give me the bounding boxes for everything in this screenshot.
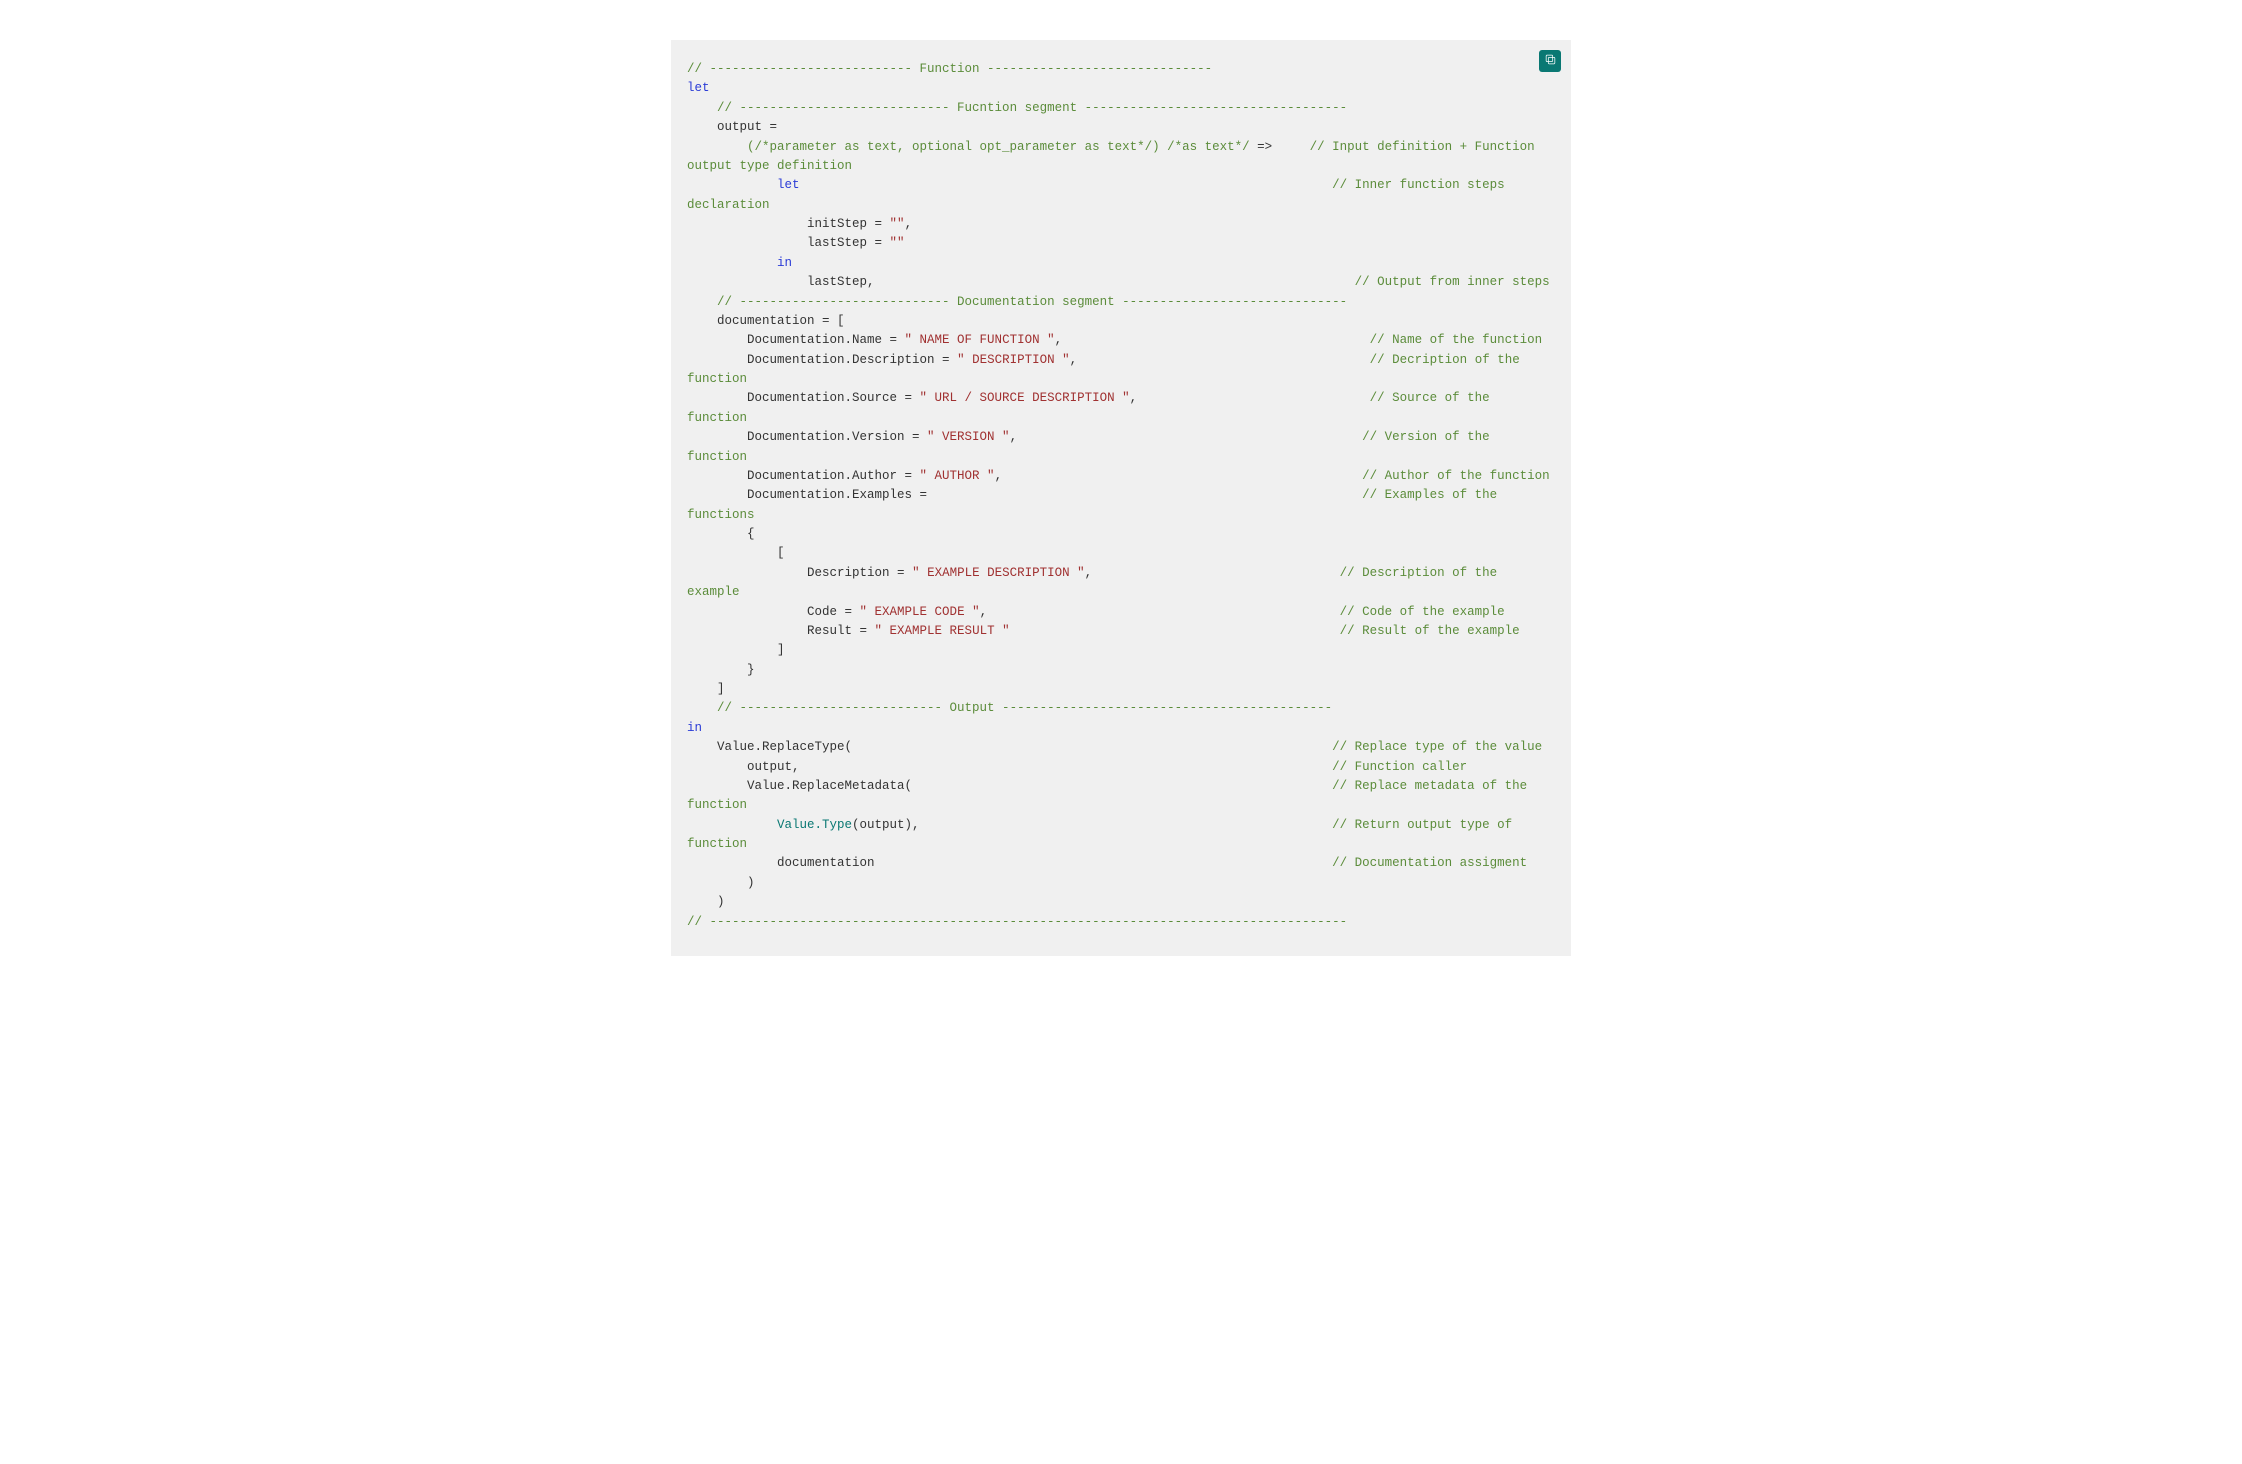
keyword-let: let — [777, 178, 800, 192]
pad — [800, 760, 1333, 774]
code-text — [687, 256, 777, 270]
keyword-in: in — [687, 721, 702, 735]
comment: // Author of the function — [1362, 469, 1550, 483]
pad — [912, 779, 1332, 793]
code-text: Description = — [687, 566, 912, 580]
code-text: Code = — [687, 605, 860, 619]
code-text: Documentation.Source = — [687, 391, 920, 405]
comment: // ---------------------------- Fucntion… — [687, 101, 1347, 115]
pad — [1077, 353, 1370, 367]
code-text: initStep = — [687, 217, 890, 231]
code-text: Value.ReplaceMetadata( — [687, 779, 912, 793]
pad — [1017, 430, 1362, 444]
code-text: Documentation.Name = — [687, 333, 905, 347]
pad — [1062, 333, 1370, 347]
code-text: , — [1055, 333, 1063, 347]
code-text: ) — [687, 876, 755, 890]
code-text: , — [905, 217, 913, 231]
code-text: lastStep = — [687, 236, 890, 250]
comment: // ---------------------------- Document… — [687, 295, 1347, 309]
comment: // Replace type of the value — [1332, 740, 1542, 754]
code-text: , — [1085, 566, 1093, 580]
code-text: documentation — [687, 856, 875, 870]
code-text: ] — [687, 682, 725, 696]
code-text — [687, 178, 777, 192]
code-text: , — [1010, 430, 1018, 444]
code-text: Documentation.Description = — [687, 353, 957, 367]
code-text: , — [1070, 353, 1078, 367]
pad — [1010, 624, 1340, 638]
code-text: documentation = [ — [687, 314, 845, 328]
code-text: { — [687, 527, 755, 541]
pad — [920, 818, 1333, 832]
code-text: , — [1130, 391, 1138, 405]
string: " NAME OF FUNCTION " — [905, 333, 1055, 347]
pad — [1272, 140, 1310, 154]
comment: // Result of the example — [1340, 624, 1520, 638]
code-text: Documentation.Examples = — [687, 488, 927, 502]
code-text: Result = — [687, 624, 875, 638]
pad — [1137, 391, 1370, 405]
copy-button[interactable] — [1539, 50, 1561, 72]
string: "" — [890, 236, 905, 250]
pad — [800, 178, 1333, 192]
string: "" — [890, 217, 905, 231]
code-content: // --------------------------- Function … — [687, 60, 1555, 932]
code-block: // --------------------------- Function … — [671, 40, 1571, 956]
code-text — [687, 140, 747, 154]
operator: => — [1250, 140, 1273, 154]
code-text: , — [995, 469, 1003, 483]
string: " EXAMPLE RESULT " — [875, 624, 1010, 638]
string: " AUTHOR " — [920, 469, 995, 483]
comment: // Output from inner steps — [1355, 275, 1550, 289]
keyword-let: let — [687, 81, 710, 95]
code-text: } — [687, 663, 755, 677]
copy-icon — [1544, 53, 1557, 70]
string: " DESCRIPTION " — [957, 353, 1070, 367]
pad — [927, 488, 1362, 502]
comment: // -------------------------------------… — [687, 915, 1347, 929]
pad — [852, 740, 1332, 754]
pad — [1092, 566, 1340, 580]
code-text: lastStep, — [687, 275, 875, 289]
pad — [875, 275, 1355, 289]
code-text: output, — [687, 760, 800, 774]
pad — [1002, 469, 1362, 483]
string: " VERSION " — [927, 430, 1010, 444]
identifier: Value.Type — [777, 818, 852, 832]
code-text: Value.ReplaceType( — [687, 740, 852, 754]
code-text: [ — [687, 546, 785, 560]
comment: // Code of the example — [1340, 605, 1505, 619]
code-text: output = — [687, 120, 777, 134]
code-text — [687, 818, 777, 832]
comment: // Function caller — [1332, 760, 1467, 774]
string: " EXAMPLE CODE " — [860, 605, 980, 619]
code-text: , — [980, 605, 988, 619]
pad — [987, 605, 1340, 619]
string: " EXAMPLE DESCRIPTION " — [912, 566, 1085, 580]
pad — [875, 856, 1333, 870]
code-text: Documentation.Version = — [687, 430, 927, 444]
keyword-in: in — [777, 256, 792, 270]
code-text: ) — [687, 895, 725, 909]
comment: // --------------------------- Output --… — [687, 701, 1332, 715]
comment: (/*parameter as text, optional opt_param… — [747, 140, 1250, 154]
code-text: (output), — [852, 818, 920, 832]
code-text: Documentation.Author = — [687, 469, 920, 483]
code-text: ] — [687, 643, 785, 657]
comment: // Documentation assigment — [1332, 856, 1527, 870]
comment: // Name of the function — [1370, 333, 1543, 347]
string: " URL / SOURCE DESCRIPTION " — [920, 391, 1130, 405]
comment: // --------------------------- Function … — [687, 62, 1212, 76]
